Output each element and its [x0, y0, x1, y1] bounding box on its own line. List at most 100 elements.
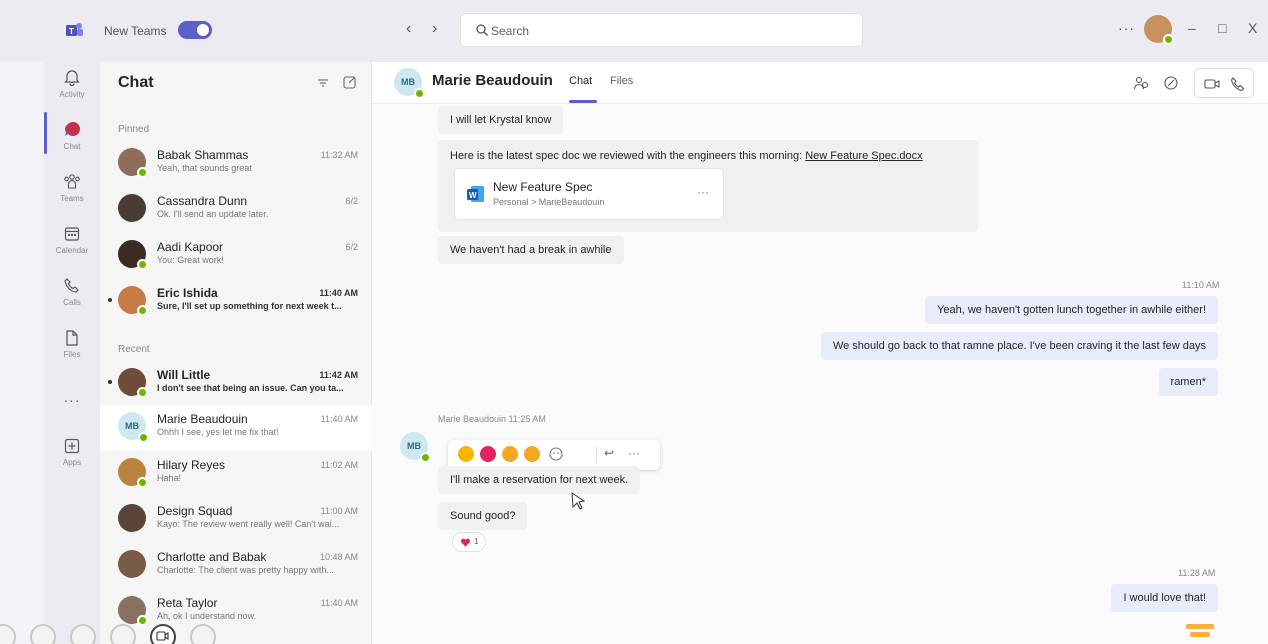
- bell-icon: [64, 70, 80, 87]
- chat-time: 6/2: [345, 196, 358, 206]
- overlay-control[interactable]: [30, 624, 56, 644]
- rail-item-activity[interactable]: Activity: [44, 64, 100, 116]
- chat-list-item[interactable]: Aadi Kapoor You: Great work! 6/2: [100, 234, 372, 278]
- chat-preview: Kayo: The review went really well! Can't…: [157, 519, 340, 529]
- rail-item-calls[interactable]: Calls: [44, 272, 100, 324]
- forward-button[interactable]: ›: [432, 20, 437, 38]
- add-reaction-icon[interactable]: [548, 446, 564, 462]
- surprised-emoji-icon[interactable]: [524, 446, 540, 462]
- rail-item-teams[interactable]: Teams: [44, 168, 100, 220]
- message-outgoing[interactable]: Yeah, we haven't gotten lunch together i…: [925, 296, 1218, 324]
- rail-item-apps[interactable]: Apps: [44, 432, 100, 484]
- search-icon: [476, 24, 488, 36]
- chat-list-item[interactable]: Will Little I don't see that being an is…: [100, 362, 372, 406]
- reaction-summary[interactable]: 1: [452, 532, 486, 552]
- chat-preview: Sure, I'll set up something for next wee…: [157, 301, 342, 311]
- chat-list-item[interactable]: Cassandra Dunn Ok. I'll send an update l…: [100, 188, 372, 232]
- people-icon[interactable]: [1132, 74, 1150, 92]
- chat-time: 11:00 AM: [320, 506, 358, 516]
- apps-icon: [64, 438, 80, 454]
- chat-list-title: Chat: [118, 74, 154, 91]
- rail-label: Calendar: [55, 246, 89, 255]
- overlay-control[interactable]: [0, 624, 16, 644]
- mouse-cursor-icon: [571, 492, 586, 510]
- presence-available-icon: [137, 167, 148, 178]
- like-emoji-icon[interactable]: [458, 446, 474, 462]
- conversation-pane: MB Marie Beaudouin Chat Files I will let…: [372, 62, 1268, 644]
- rail-item-chat[interactable]: Chat: [44, 116, 100, 168]
- rail-label: Teams: [60, 194, 84, 203]
- file-more-options[interactable]: ···: [697, 185, 709, 199]
- message-incoming[interactable]: I'll make a reservation for next week.: [438, 466, 641, 494]
- audio-call-icon[interactable]: [1229, 75, 1247, 93]
- presence-available-icon: [137, 387, 148, 398]
- chat-preview: Ok. I'll send an update later.: [157, 209, 269, 219]
- new-teams-toggle[interactable]: [178, 21, 212, 39]
- maximize-button[interactable]: □: [1218, 20, 1226, 36]
- more-actions-button[interactable]: ···: [628, 446, 640, 460]
- avatar: [118, 286, 148, 316]
- overlay-control[interactable]: [70, 624, 96, 644]
- rail-label: Activity: [59, 90, 85, 99]
- search-box[interactable]: Search: [460, 13, 863, 47]
- minimize-button[interactable]: –: [1188, 20, 1196, 36]
- video-call-icon[interactable]: [1203, 75, 1221, 93]
- tab-files[interactable]: Files: [610, 75, 633, 87]
- file-attachment-card[interactable]: W New Feature Spec Personal > MarieBeaud…: [454, 168, 724, 220]
- file-link[interactable]: New Feature Spec.docx: [805, 150, 922, 162]
- phone-icon: [64, 278, 79, 293]
- rail-item-calendar[interactable]: Calendar: [44, 220, 100, 272]
- overlay-video-button[interactable]: [150, 624, 176, 644]
- message-text: Here is the latest spec doc we reviewed …: [438, 142, 935, 170]
- message-outgoing[interactable]: We should go back to that ramne place. I…: [820, 332, 1218, 360]
- chat-name: Charlotte and Babak: [157, 550, 267, 564]
- recent-section-label: Recent: [118, 344, 150, 355]
- chat-list-item[interactable]: Hilary Reyes Haha! 11:02 AM: [100, 452, 372, 496]
- profile-avatar[interactable]: [1144, 15, 1174, 45]
- more-apps-button[interactable]: ···: [44, 392, 100, 408]
- close-button[interactable]: X: [1248, 20, 1257, 36]
- overlay-control[interactable]: [110, 624, 136, 644]
- call-buttons-group: [1194, 68, 1254, 98]
- chat-notification-badge: [66, 122, 80, 136]
- chat-list-item[interactable]: Reta Taylor Ah, ok I understand now. 11:…: [100, 590, 372, 634]
- message-outgoing[interactable]: I would love that!: [1111, 584, 1218, 612]
- chat-time: 11:40 AM: [320, 414, 358, 424]
- chat-list-item[interactable]: Design Squad Kayo: The review went reall…: [100, 498, 372, 542]
- chat-list-item-selected[interactable]: MB Marie Beaudouin Ohhh I see, yes let m…: [100, 406, 372, 450]
- chat-list-item[interactable]: Babak Shammas Yeah, that sounds great 11…: [100, 142, 372, 186]
- more-options-button[interactable]: ···: [1118, 20, 1135, 36]
- laugh-emoji-icon[interactable]: [502, 446, 518, 462]
- chat-preview: I don't see that being an issue. Can you…: [157, 383, 344, 393]
- compose-icon[interactable]: [342, 74, 358, 90]
- chat-preview: Ohhh I see, yes let me fix that!: [157, 427, 279, 437]
- avatar: [118, 148, 148, 178]
- tab-chat[interactable]: Chat: [569, 75, 592, 87]
- chat-name: Eric Ishida: [157, 286, 218, 300]
- video-camera-icon: [156, 631, 169, 641]
- message-text-prefix: Here is the latest spec doc we reviewed …: [450, 150, 806, 162]
- chat-list-item[interactable]: Eric Ishida Sure, I'll set up something …: [100, 280, 372, 324]
- message-incoming[interactable]: Sound good?: [438, 502, 528, 530]
- presence-available-icon: [137, 259, 148, 270]
- rail-item-files[interactable]: Files: [44, 324, 100, 376]
- reply-icon[interactable]: ↩: [604, 446, 614, 460]
- back-button[interactable]: ‹: [406, 20, 411, 38]
- file-name: New Feature Spec: [493, 180, 593, 194]
- file-icon: [66, 330, 78, 346]
- message-incoming[interactable]: We haven't had a break in awhile: [438, 236, 624, 264]
- filter-icon[interactable]: [316, 76, 330, 90]
- search-placeholder: Search: [491, 24, 530, 38]
- message-outgoing[interactable]: ramen*: [1158, 368, 1218, 396]
- message-incoming[interactable]: I will let Krystal know: [438, 106, 564, 134]
- reaction-count: 1: [474, 537, 479, 546]
- avatar: [118, 240, 148, 270]
- heart-emoji-icon[interactable]: [480, 446, 496, 462]
- presence-available-icon: [137, 477, 148, 488]
- unread-indicator: [108, 298, 112, 302]
- svg-text:W: W: [469, 191, 477, 200]
- loop-icon[interactable]: [1162, 74, 1180, 92]
- chat-preview: Ah, ok I understand now.: [157, 611, 257, 621]
- chat-list-item[interactable]: Charlotte and Babak Charlotte: The clien…: [100, 544, 372, 588]
- overlay-control[interactable]: [190, 624, 216, 644]
